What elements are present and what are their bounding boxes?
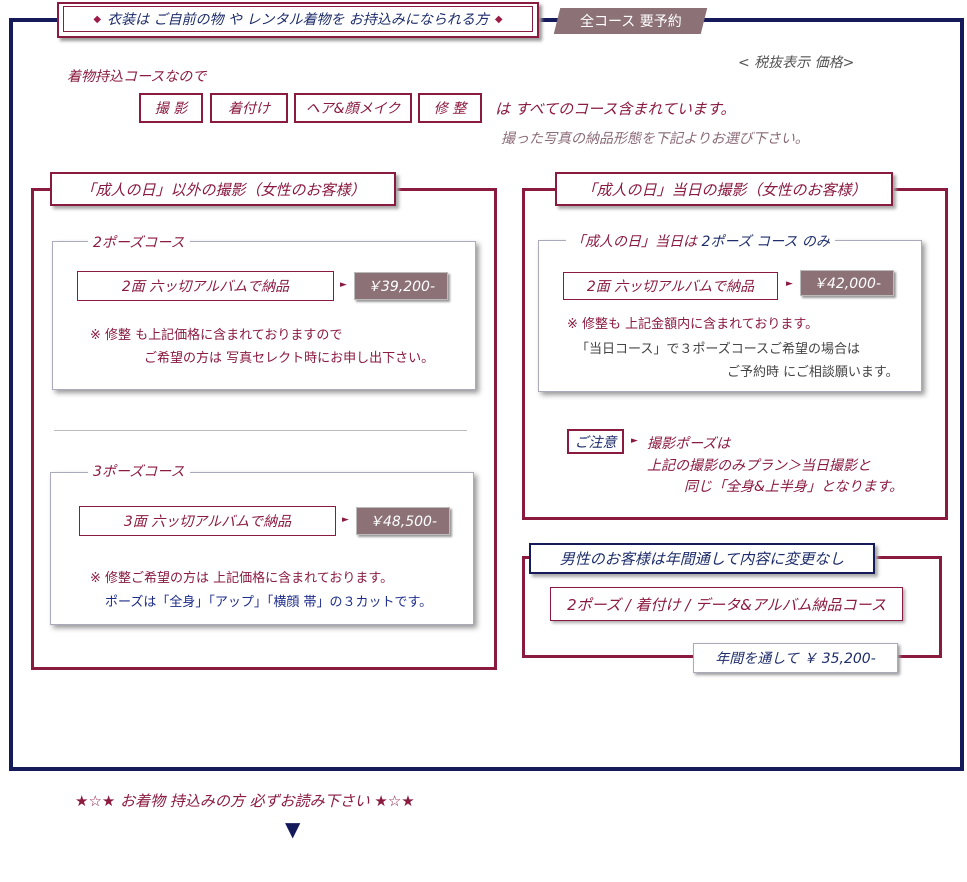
men-panel-title: 男性のお客様は年間通して内容に変更なし — [529, 543, 875, 574]
coming-of-age-note-2: 「当日コース」で３ポーズコースご希望の場合は — [576, 342, 861, 357]
header-banner-inner: ◆ 衣装は ご自前の物 や レンタル着物を お持込みになられる方 ◆ — [63, 6, 533, 32]
choose-text: 撮った写真の納品形態を下記よりお選び下さい。 — [501, 131, 809, 147]
reservation-badge: 全コース 要予約 — [553, 8, 708, 34]
caution-text-1: 撮影ポーズは — [647, 436, 731, 452]
coming-of-age-note-3: ご予約時 にご相談願います。 — [727, 365, 899, 380]
coming-of-age-legend-b: 2ポーズ コース のみ — [701, 234, 830, 250]
caution-label: ご注意 — [567, 429, 624, 454]
arrow-icon: ► — [342, 515, 349, 525]
two-pose-note-1: ※ 修整 も上記価格に含まれておりますので — [90, 328, 343, 343]
included-text: は すべてのコース含まれています。 — [495, 100, 736, 118]
footer-note: ★☆★ お着物 持込みの方 必ずお読み下さい ★☆★ — [75, 792, 415, 810]
arrow-icon: ► — [786, 279, 793, 289]
kimono-course-label: 着物持込コースなので — [67, 69, 207, 85]
two-pose-price: ￥39,200- — [354, 272, 448, 300]
two-pose-card — [52, 241, 476, 390]
coming-of-age-delivery: 2面 六ッ切アルバムで納品 — [563, 272, 778, 300]
coming-of-age-legend-a: 「成人の日」当日は — [571, 234, 697, 250]
coming-of-age-price: ￥42,000- — [800, 270, 894, 296]
three-pose-note-1: ※ 修整ご希望の方は 上記価格に含まれております。 — [90, 571, 394, 586]
three-pose-legend: 3ポーズコース — [88, 461, 190, 481]
service-photo: 撮 影 — [139, 93, 203, 123]
reservation-badge-text: 全コース 要予約 — [579, 14, 682, 30]
tax-note: < 税抜表示 価格> — [738, 55, 855, 71]
three-pose-price: ￥48,500- — [356, 507, 450, 535]
two-pose-legend: 2ポーズコース — [88, 232, 190, 252]
down-triangle-icon: ▼ — [285, 817, 301, 841]
diamond-icon: ◆ — [494, 13, 503, 25]
left-panel-title: 「成人の日」以外の撮影（女性のお客様） — [50, 172, 396, 206]
coming-of-age-legend: 「成人の日」当日は 2ポーズ コース のみ — [566, 231, 835, 251]
three-pose-delivery: 3面 六ッ切アルバムで納品 — [79, 506, 336, 536]
men-course: 2ポーズ / 着付け / データ&アルバム納品コース — [550, 587, 903, 621]
three-pose-note-2: ポーズは「全身」「アップ」「横顔 帯」の３カットです。 — [105, 595, 433, 610]
men-price: 年間を通して ￥ 35,200- — [693, 643, 898, 673]
caution-text-3: 同じ「全身&上半身」となります。 — [684, 479, 904, 495]
service-hair-makeup: ヘア&顔メイク — [294, 93, 412, 123]
service-retouch: 修 整 — [418, 93, 482, 123]
service-dressing: 着付け — [210, 93, 288, 123]
header-banner-text: 衣装は ご自前の物 や レンタル着物を お持込みになられる方 — [107, 12, 489, 28]
diamond-icon: ◆ — [93, 13, 102, 25]
coming-of-age-note-1: ※ 修整も 上記金額内に含まれております。 — [567, 317, 819, 332]
arrow-icon: ► — [340, 280, 347, 290]
divider — [54, 430, 467, 431]
arrow-icon: ► — [631, 436, 638, 446]
right-panel-title: 「成人の日」当日の撮影（女性のお客様） — [555, 172, 893, 206]
two-pose-delivery: 2面 六ッ切アルバムで納品 — [77, 271, 334, 301]
two-pose-note-2: ご希望の方は 写真セレクト時にお申し出下さい。 — [144, 351, 435, 366]
caution-text-2: 上記の撮影のみプラン＞当日撮影と — [647, 458, 871, 474]
